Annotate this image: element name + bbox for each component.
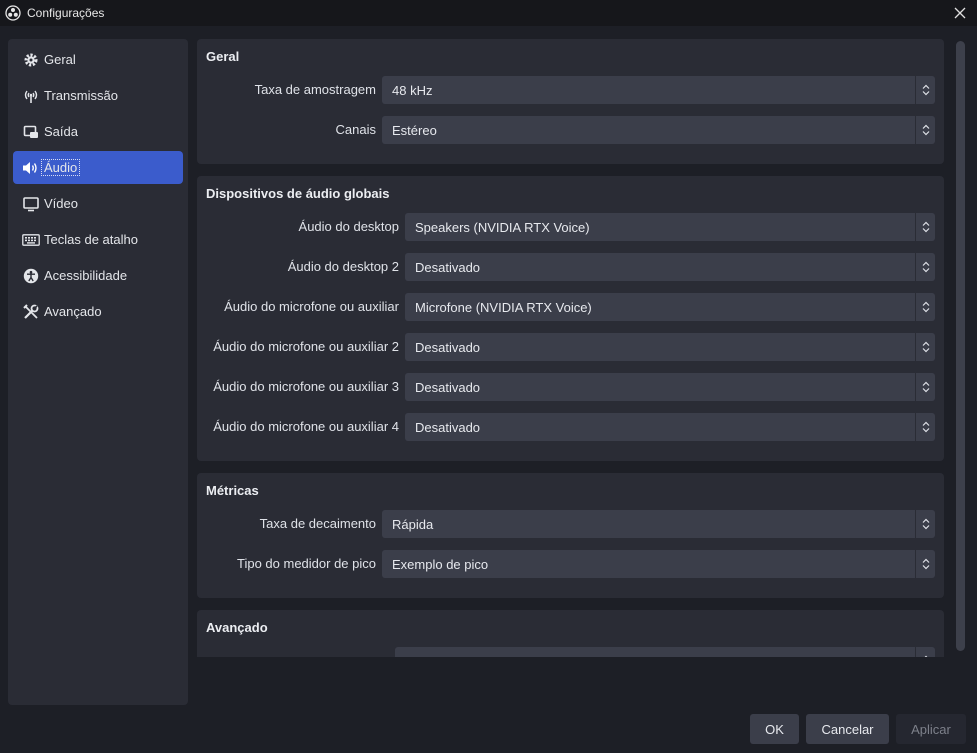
advanced-group: Avançado <box>197 610 944 657</box>
sidebar-item-transmissao[interactable]: Transmissão <box>13 79 183 112</box>
updown-arrows-icon <box>915 413 935 441</box>
select-value: Rápida <box>392 516 434 532</box>
select-value: 48 kHz <box>392 82 433 98</box>
updown-arrows-icon <box>915 373 935 401</box>
apply-button[interactable]: Aplicar <box>896 714 966 744</box>
sidebar-item-label: Avançado <box>44 304 102 319</box>
mic-aux-3-select[interactable]: Desativado <box>405 373 935 401</box>
advanced-clipped-select[interactable] <box>395 647 935 657</box>
updown-arrows-icon <box>915 116 935 144</box>
settings-sidebar: Geral Transmissão Saída Áudio Vídeo Tecl… <box>8 39 188 705</box>
meters-group: Métricas Taxa de decaimento Rápida Tipo … <box>197 473 944 598</box>
global-audio-devices-group: Dispositivos de áudio globais Áudio do d… <box>197 176 944 461</box>
updown-arrows-icon <box>915 213 935 241</box>
desktop-audio-2-label: Áudio do desktop 2 <box>287 259 399 274</box>
content-scrollbar[interactable] <box>954 39 966 657</box>
sidebar-item-avancado[interactable]: Avançado <box>13 295 183 328</box>
sidebar-item-video[interactable]: Vídeo <box>13 187 183 220</box>
obs-logo-icon <box>5 5 21 21</box>
select-value: Desativado <box>415 339 481 355</box>
select-value: Exemplo de pico <box>392 556 489 572</box>
accessibility-icon <box>22 267 40 285</box>
sidebar-item-label: Teclas de atalho <box>44 232 138 247</box>
group-title: Métricas <box>206 483 259 498</box>
desktop-audio-2-select[interactable]: Desativado <box>405 253 935 281</box>
sidebar-item-label: Geral <box>44 52 76 67</box>
select-value: Estéreo <box>392 122 437 138</box>
decay-rate-label: Taxa de decaimento <box>259 516 376 531</box>
scroll-thumb[interactable] <box>956 41 965 651</box>
antenna-icon <box>22 87 40 105</box>
select-value: Speakers (NVIDIA RTX Voice) <box>415 219 590 235</box>
sidebar-item-saida[interactable]: Saída <box>13 115 183 148</box>
mic-aux-3-label: Áudio do microfone ou auxiliar 3 <box>213 379 399 394</box>
sidebar-item-label: Áudio <box>40 159 81 176</box>
general-group: Geral Taxa de amostragem 48 kHz Canais E… <box>197 39 944 164</box>
tools-icon <box>22 303 40 321</box>
peak-meter-type-select[interactable]: Exemplo de pico <box>382 550 935 578</box>
desktop-audio-label: Áudio do desktop <box>298 219 399 234</box>
output-icon <box>22 123 40 141</box>
updown-arrows-icon <box>915 293 935 321</box>
channels-label: Canais <box>335 122 376 137</box>
select-value: Desativado <box>415 259 481 275</box>
updown-arrows-icon <box>915 550 935 578</box>
select-value: Microfone (NVIDIA RTX Voice) <box>415 299 592 315</box>
updown-arrows-icon <box>915 76 935 104</box>
sample-rate-label: Taxa de amostragem <box>254 82 376 97</box>
title-bar: Configurações <box>0 0 977 26</box>
monitor-icon <box>22 195 40 213</box>
sidebar-item-label: Transmissão <box>44 88 118 103</box>
settings-content: Geral Taxa de amostragem 48 kHz Canais E… <box>197 39 944 657</box>
channels-select[interactable]: Estéreo <box>382 116 935 144</box>
speaker-icon <box>22 159 40 177</box>
mic-aux-select[interactable]: Microfone (NVIDIA RTX Voice) <box>405 293 935 321</box>
sample-rate-select[interactable]: 48 kHz <box>382 76 935 104</box>
updown-arrows-icon <box>915 253 935 281</box>
updown-arrows-icon <box>915 333 935 361</box>
decay-rate-select[interactable]: Rápida <box>382 510 935 538</box>
ok-button[interactable]: OK <box>750 714 799 744</box>
updown-arrows-icon <box>915 647 935 657</box>
desktop-audio-select[interactable]: Speakers (NVIDIA RTX Voice) <box>405 213 935 241</box>
mic-aux-4-label: Áudio do microfone ou auxiliar 4 <box>213 419 399 434</box>
mic-aux-label: Áudio do microfone ou auxiliar <box>224 299 399 314</box>
sidebar-item-label: Saída <box>44 124 78 139</box>
group-title: Avançado <box>206 620 268 635</box>
mic-aux-2-select[interactable]: Desativado <box>405 333 935 361</box>
keyboard-icon <box>22 231 40 249</box>
sidebar-item-audio[interactable]: Áudio <box>13 151 183 184</box>
close-icon[interactable] <box>951 4 969 22</box>
mic-aux-4-select[interactable]: Desativado <box>405 413 935 441</box>
sidebar-item-geral[interactable]: Geral <box>13 43 183 76</box>
sidebar-item-label: Vídeo <box>44 196 78 211</box>
gear-icon <box>22 51 40 69</box>
sidebar-item-teclas-de-atalho[interactable]: Teclas de atalho <box>13 223 183 256</box>
sidebar-item-acessibilidade[interactable]: Acessibilidade <box>13 259 183 292</box>
sidebar-item-label: Acessibilidade <box>44 268 128 283</box>
window-title: Configurações <box>27 6 105 20</box>
mic-aux-2-label: Áudio do microfone ou auxiliar 2 <box>213 339 399 354</box>
peak-meter-type-label: Tipo do medidor de pico <box>237 556 376 571</box>
select-value: Desativado <box>415 379 481 395</box>
cancel-button[interactable]: Cancelar <box>806 714 889 744</box>
select-value: Desativado <box>415 419 481 435</box>
group-title: Geral <box>206 49 240 64</box>
updown-arrows-icon <box>915 510 935 538</box>
group-title: Dispositivos de áudio globais <box>206 186 390 201</box>
